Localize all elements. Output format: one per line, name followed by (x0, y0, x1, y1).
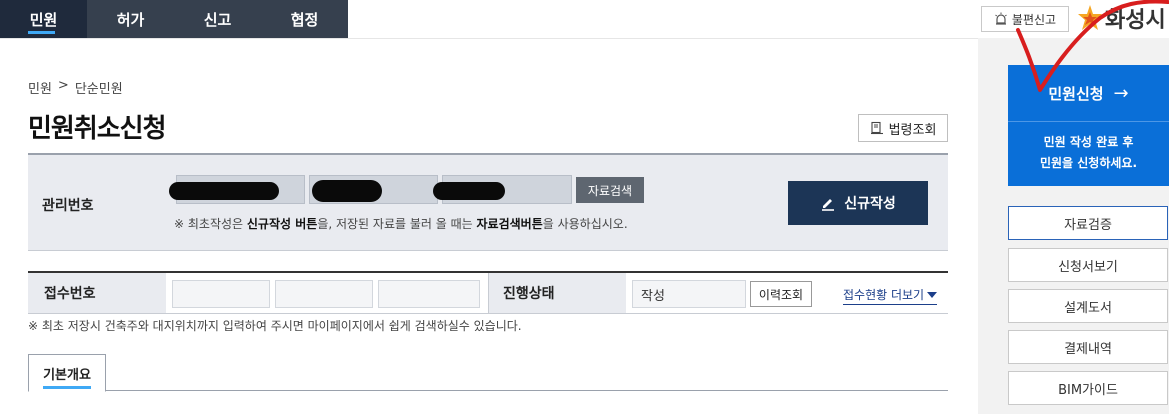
receipt-number-row: 접수번호 진행상태 작성 이력조회 접수현황 더보기 (28, 271, 948, 314)
design-docs-button[interactable]: 설계도서 (1008, 289, 1168, 323)
payment-history-button[interactable]: 결제내역 (1008, 330, 1168, 364)
arrow-right-icon: → (1113, 82, 1129, 104)
nav-tab-agreement[interactable]: 협정 (261, 0, 348, 38)
management-help-note: ※ 최초작성은 신규작성 버튼을, 저장된 자료를 불러 올 때는 자료검색버튼… (174, 217, 628, 231)
progress-status-field: 작성 (632, 280, 746, 308)
nav-tab-civil[interactable]: 민원 (0, 0, 87, 38)
management-number-label: 관리번호 (42, 198, 94, 214)
receipt-number-field-1[interactable] (172, 280, 270, 308)
city-logo[interactable]: 화성시 (1077, 2, 1166, 34)
law-search-label: 법령조회 (888, 122, 937, 138)
management-number-panel: 관리번호 자료검색 ※ 최초작성은 신규작성 버튼을, 저장된 자료를 불러 올… (28, 153, 948, 251)
new-write-button[interactable]: 신규작성 (788, 181, 928, 225)
complaint-label: 불편신고 (1011, 12, 1057, 27)
content-tab-bar: 기본개요 (28, 354, 948, 392)
receipt-number-label: 접수번호 (28, 273, 166, 313)
alert-siren-icon (995, 12, 1007, 25)
receipt-number-field-3[interactable] (378, 280, 480, 308)
complaint-button[interactable]: 불편신고 (981, 6, 1069, 32)
apply-civil-button[interactable]: 민원신청 → (1008, 65, 1169, 122)
receipt-help-note: ※ 최초 저장시 건축주와 대지위치까지 입력하여 주시면 마이페이지에서 쉽게… (28, 319, 522, 333)
nav-tab-permit[interactable]: 허가 (87, 0, 174, 38)
header-divider (0, 38, 978, 39)
tab-basic-overview[interactable]: 기본개요 (28, 354, 106, 392)
apply-civil-instructions: 민원 작성 완료 후 민원을 신청하세요. (1039, 135, 1138, 170)
breadcrumb-separator: > (57, 78, 69, 93)
progress-status-label: 진행상태 (488, 273, 626, 313)
new-write-label: 신규작성 (844, 196, 896, 212)
city-logo-text: 화성시 (1105, 8, 1166, 33)
caret-down-icon (927, 291, 938, 298)
bim-guide-button[interactable]: BIM가이드 (1008, 371, 1168, 405)
receipt-status-more-link[interactable]: 접수현황 더보기 (843, 286, 938, 305)
breadcrumb-root[interactable]: 민원 (28, 78, 52, 97)
redaction-mark (312, 180, 382, 202)
pencil-icon (822, 199, 835, 211)
nav-tab-report[interactable]: 신고 (174, 0, 261, 38)
law-search-button[interactable]: 법령조회 (858, 114, 948, 142)
data-verify-button[interactable]: 자료검증 (1008, 206, 1168, 240)
breadcrumb: 민원 > 단순민원 (28, 78, 123, 97)
apply-civil-panel[interactable]: 민원신청 → 민원 작성 완료 후 민원을 신청하세요. (1008, 65, 1169, 186)
breadcrumb-current: 단순민원 (74, 82, 123, 97)
city-logo-icon (1078, 5, 1102, 30)
data-search-button[interactable]: 자료검색 (576, 177, 644, 203)
top-nav: 민원 허가 신고 협정 (0, 0, 348, 38)
management-number-field-3[interactable] (433, 175, 572, 204)
receipt-status-more-label: 접수현황 더보기 (843, 288, 925, 302)
page-title: 민원취소신청 (28, 114, 167, 144)
history-lookup-button[interactable]: 이력조회 (750, 281, 812, 307)
receipt-number-field-2[interactable] (275, 280, 373, 308)
apply-civil-label: 민원신청 (1048, 84, 1104, 103)
redaction-mark (433, 182, 505, 200)
application-view-button[interactable]: 신청서보기 (1008, 248, 1168, 282)
law-book-icon (870, 121, 883, 135)
redaction-mark (169, 182, 279, 200)
management-number-field-2[interactable] (309, 175, 438, 204)
management-number-field-1[interactable] (169, 175, 305, 204)
